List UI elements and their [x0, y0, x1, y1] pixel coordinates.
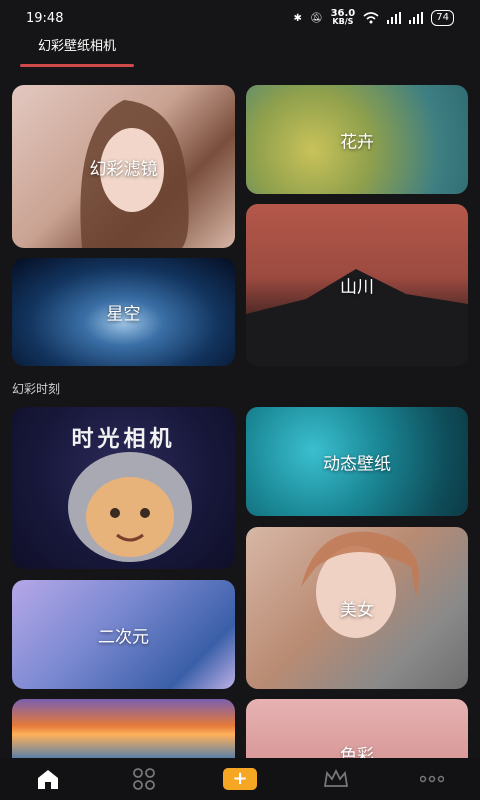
card-color-label: 色彩: [340, 746, 374, 758]
card-mountains[interactable]: 山川: [246, 204, 468, 366]
card-flowers[interactable]: 花卉: [246, 85, 468, 194]
add-icon: +: [223, 768, 257, 790]
card-live-wallpaper[interactable]: 动态壁纸: [246, 407, 468, 516]
card-mountains-label: 山川: [340, 277, 374, 298]
bluetooth-icon: ✱: [293, 12, 302, 24]
mute-icon: 🔕︎: [309, 12, 323, 24]
more-icon: [420, 775, 444, 783]
status-bar: 19:48 ✱ 🔕︎ 36.0 KB/S 74: [0, 0, 480, 36]
header: 幻彩壁纸相机: [0, 36, 480, 70]
card-sunset[interactable]: [12, 699, 235, 758]
tab-underline: [20, 64, 134, 67]
net-speed: 36.0 KB/S: [330, 8, 356, 26]
card-time-camera[interactable]: 时光相机: [12, 407, 235, 569]
crown-icon: [323, 768, 349, 787]
wifi-icon: [363, 12, 379, 24]
old-woman-illustration: [68, 452, 192, 562]
card-filter-label: 幻彩滤镜: [89, 159, 158, 179]
battery-indicator: 74: [431, 10, 454, 26]
card-anime[interactable]: 二次元: [12, 580, 235, 689]
grid-icon: [133, 768, 155, 790]
card-anime-label: 二次元: [98, 627, 149, 647]
section-title: 幻彩时刻: [12, 382, 61, 396]
card-starry-sky-label: 星空: [106, 304, 141, 325]
nav-more[interactable]: [412, 759, 452, 799]
card-starry-sky[interactable]: 星空: [12, 258, 235, 366]
card-beauty-label: 美女: [340, 600, 374, 621]
bottom-nav: +: [0, 758, 480, 800]
tab-wallpaper-camera[interactable]: 幻彩壁纸相机: [20, 36, 134, 58]
status-icons: ✱ 🔕︎ 36.0 KB/S 74: [293, 8, 454, 26]
card-beauty[interactable]: 美女: [246, 527, 468, 689]
signal-icon: [387, 12, 402, 24]
card-flowers-label: 花卉: [340, 132, 374, 152]
card-color[interactable]: 色彩: [246, 699, 468, 758]
nav-home[interactable]: [28, 759, 68, 799]
card-live-wallpaper-label: 动态壁纸: [323, 454, 391, 474]
status-time: 19:48: [26, 10, 64, 26]
nav-vip[interactable]: [316, 759, 356, 799]
signal-icon: [409, 12, 424, 24]
card-filter[interactable]: 幻彩滤镜: [12, 85, 235, 248]
nav-grid[interactable]: [124, 759, 164, 799]
home-icon: [38, 770, 58, 789]
nav-add[interactable]: +: [220, 759, 260, 799]
